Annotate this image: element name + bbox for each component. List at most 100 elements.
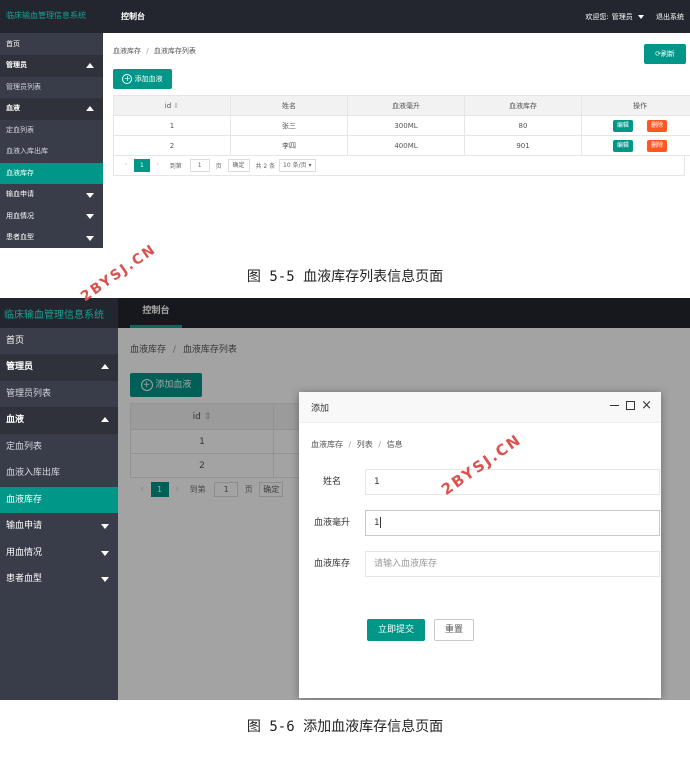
sidebar-item[interactable]: 首页 xyxy=(0,328,118,354)
breadcrumb-item[interactable]: 血液库存 xyxy=(113,47,141,55)
sidebar-item[interactable]: 定血列表 xyxy=(0,120,103,142)
sidebar-item[interactable]: 用血情况 xyxy=(0,540,118,567)
sort-icon: ⇕ xyxy=(173,101,180,110)
sidebar-item-label: 输血申请 xyxy=(6,521,43,531)
sidebar-item[interactable]: 管理员列表 xyxy=(0,77,103,99)
cell-stock: 80 xyxy=(464,115,582,136)
page-size-value: 10 条/页 xyxy=(283,162,307,169)
chevron-up-icon xyxy=(101,417,109,423)
cell-name: 李四 xyxy=(230,135,348,156)
breadcrumb: 血液库存 / 血液库存列表 xyxy=(113,47,196,55)
field-label: 血液毫升 xyxy=(313,518,350,528)
name-input[interactable]: 1 xyxy=(365,469,660,495)
sidebar-item-label: 用血情况 xyxy=(6,211,34,220)
sidebar-item[interactable]: 血液 xyxy=(0,98,103,120)
column-header-id[interactable]: id ⇕ xyxy=(113,95,231,116)
chevron-down-icon xyxy=(638,15,644,19)
delete-button[interactable]: 删除 xyxy=(647,119,668,132)
sidebar-item-label: 定血列表 xyxy=(6,125,34,134)
chevron-up-icon xyxy=(101,364,109,370)
reset-button[interactable]: 重置 xyxy=(434,619,474,641)
sidebar-item-label: 患者血型 xyxy=(6,233,34,241)
user-name: 管理员 xyxy=(611,13,633,21)
logout-link[interactable]: 退出系统 xyxy=(656,12,684,22)
sidebar-item-label: 管理员 xyxy=(6,362,34,372)
sidebar-item[interactable]: 患者血型 xyxy=(0,227,103,248)
sidebar-item-label: 用血情况 xyxy=(6,547,43,558)
delete-button[interactable]: 删除 xyxy=(647,139,668,152)
cell-actions: 编辑 删除 xyxy=(581,135,690,156)
form-row-ml: 血液毫升 1 xyxy=(299,510,660,536)
sidebar-item-label: 管理员列表 xyxy=(6,82,41,91)
minimize-icon[interactable] xyxy=(610,405,619,406)
blood-ml-input[interactable]: 1 xyxy=(365,510,660,536)
table-header-row: id ⇕ 姓名 血液毫升 血液库存 操作 xyxy=(113,95,690,116)
sidebar-item[interactable]: 输血申请 xyxy=(0,184,103,206)
chevron-down-icon xyxy=(101,577,109,583)
sidebar-item[interactable]: 管理员列表 xyxy=(0,381,118,408)
refresh-button[interactable]: ⟳刷新 xyxy=(644,44,686,64)
field-label: 姓名 xyxy=(322,477,341,487)
goto-confirm-button[interactable]: 确定 xyxy=(227,159,250,172)
sidebar-item[interactable]: 血液入库出库 xyxy=(0,141,103,163)
prev-page-button[interactable]: ‹ xyxy=(120,159,132,172)
cell-name: 张三 xyxy=(230,115,348,136)
sidebar: 首页管理员管理员列表血液定血列表血液入库出库 血液库存 输血申请用血情况患者血型 xyxy=(0,33,103,248)
sidebar-item[interactable]: 用血情况 xyxy=(0,206,103,228)
sidebar-item[interactable]: 输血申请 xyxy=(0,513,118,540)
page-size-select[interactable]: 10 条/页 ▾ xyxy=(279,159,316,172)
add-blood-button[interactable]: + 添加血液 xyxy=(113,69,172,89)
add-modal: 添加 × 血液库存 / 列表 / 信息 姓名 1 血液毫升 1 血液库存 请输入… xyxy=(299,392,661,698)
chevron-down-icon xyxy=(86,192,94,198)
cell-ml: 300ML xyxy=(347,115,465,136)
chevron-up-icon xyxy=(86,105,94,111)
sidebar-item[interactable]: 血液库存 xyxy=(0,486,118,513)
user-menu[interactable]: 欢迎您: 管理员 xyxy=(585,12,644,22)
sidebar-item[interactable]: 管理员 xyxy=(0,354,118,381)
sidebar-item-label: 首页 xyxy=(6,40,20,48)
column-header-ml: 血液毫升 xyxy=(347,95,465,116)
chevron-down-icon xyxy=(101,524,109,530)
sidebar-item-label: 管理员 xyxy=(6,61,27,69)
add-circle-icon: + xyxy=(122,74,133,84)
cell-actions: 编辑 删除 xyxy=(581,115,690,136)
submit-button[interactable]: 立即提交 xyxy=(367,619,425,641)
close-icon[interactable]: × xyxy=(641,397,652,415)
blood-stock-input[interactable]: 请输入血液库存 xyxy=(365,551,660,577)
chevron-down-icon xyxy=(86,235,94,241)
pagination: ‹ 1 › 到第 1 页 确定 共 2 条 10 条/页 ▾ xyxy=(113,156,685,176)
app-brand: 临床输血管理信息系统 xyxy=(6,11,86,20)
goto-page-input[interactable]: 1 xyxy=(189,159,210,172)
breadcrumb-item: 血液库存列表 xyxy=(153,47,196,55)
maximize-icon[interactable] xyxy=(626,401,635,410)
sidebar-item[interactable]: 患者血型 xyxy=(0,566,118,593)
edit-button[interactable]: 编辑 xyxy=(612,139,633,152)
sidebar-item[interactable]: 首页 xyxy=(0,33,103,55)
refresh-label: 刷新 xyxy=(660,50,675,58)
chevron-up-icon xyxy=(86,62,94,68)
sidebar-item[interactable]: 血液库存 xyxy=(0,162,103,184)
next-page-button[interactable]: › xyxy=(151,159,164,172)
breadcrumb-item[interactable]: 列表 xyxy=(357,440,373,449)
edit-button[interactable]: 编辑 xyxy=(612,119,633,132)
modal-breadcrumb: 血液库存 / 列表 / 信息 xyxy=(311,440,403,449)
figure-caption: 图 5-6 添加血液库存信息页面 xyxy=(246,719,444,735)
add-blood-label: 添加血液 xyxy=(134,75,163,83)
chevron-down-icon xyxy=(101,550,109,556)
text-caret xyxy=(379,517,381,528)
breadcrumb-item[interactable]: 血液库存 xyxy=(311,440,343,449)
sidebar-item[interactable]: 定血列表 xyxy=(0,434,118,461)
sidebar-item-label: 管理员列表 xyxy=(6,388,52,399)
tab-console[interactable]: 控制台 xyxy=(113,0,153,33)
sidebar-item[interactable]: 管理员 xyxy=(0,55,103,77)
sidebar-item[interactable]: 血液入库出库 xyxy=(0,460,118,487)
table-row: 1 张三 300ML 80 编辑 删除 xyxy=(113,115,690,136)
sidebar-item-label: 定血列表 xyxy=(6,441,43,452)
cell-stock: 901 xyxy=(464,135,582,156)
total-count: 共 2 条 xyxy=(255,163,276,170)
welcome-text: 欢迎您: xyxy=(585,13,609,21)
sidebar-item[interactable]: 血液 xyxy=(0,407,118,434)
cell-ml: 400ML xyxy=(347,135,465,156)
page-number-current[interactable]: 1 xyxy=(133,159,150,172)
sidebar-item-label: 血液入库出库 xyxy=(6,468,61,478)
